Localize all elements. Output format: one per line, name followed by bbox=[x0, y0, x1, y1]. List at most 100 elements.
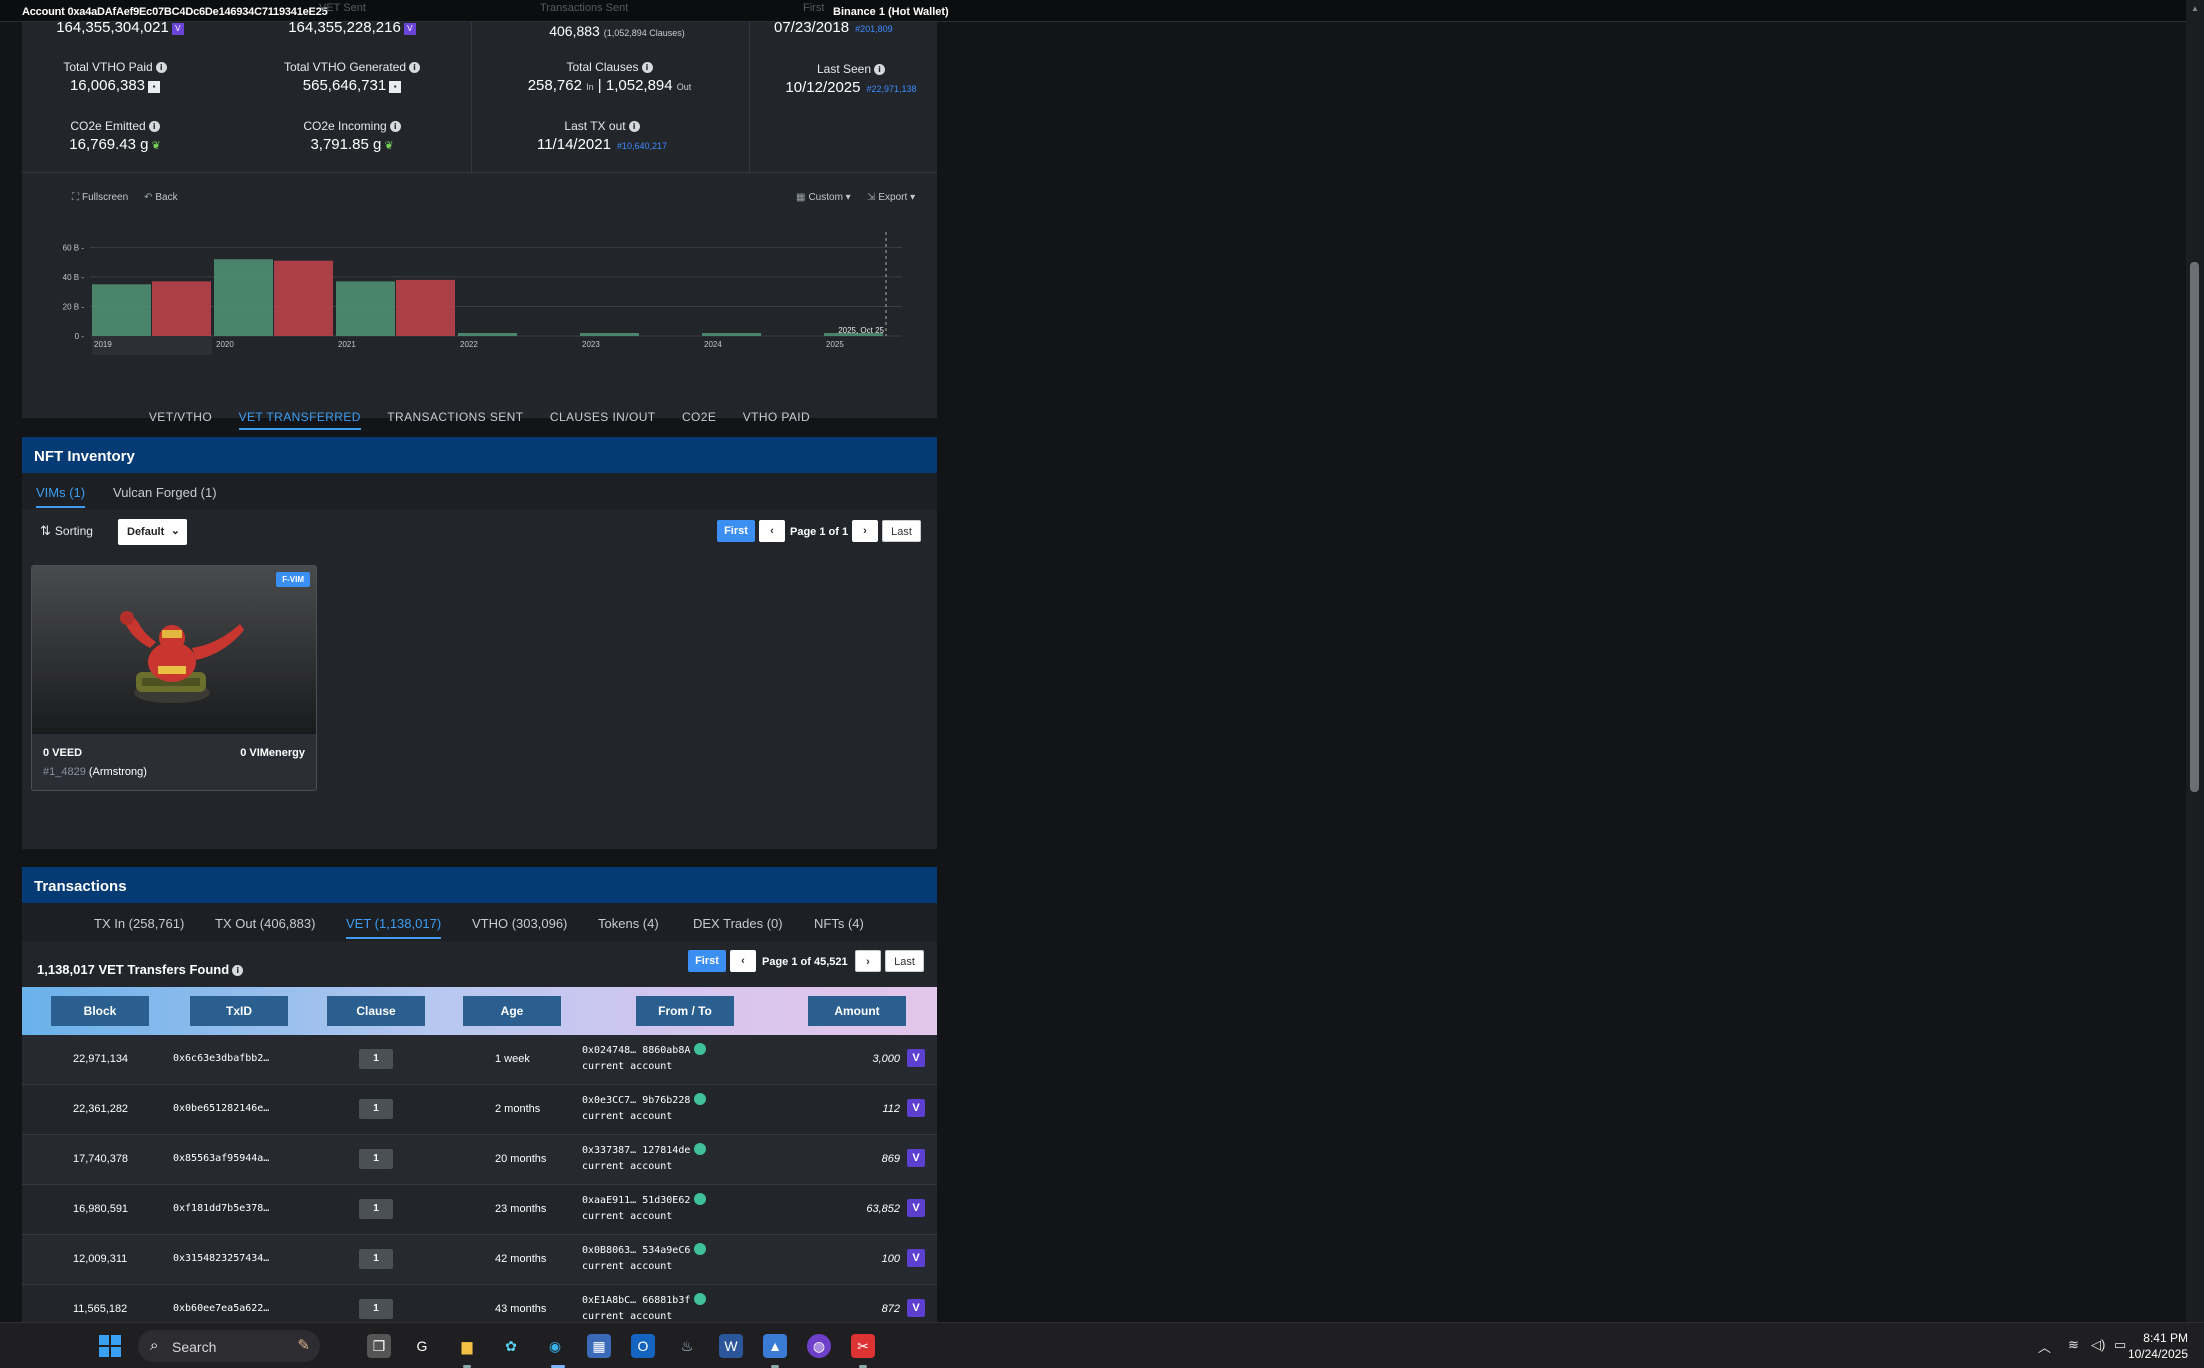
from-address[interactable]: 0x337387… 127814de bbox=[582, 1143, 707, 1156]
nft-card[interactable]: F-VIM 0 VEED 0 VIMenergy #1_4829 (Armstr… bbox=[31, 565, 317, 791]
copilot-app-icon[interactable]: G bbox=[410, 1334, 434, 1358]
last-tx-out-block-link[interactable]: #10,640,217 bbox=[617, 141, 667, 151]
block-link[interactable]: 12,009,311 bbox=[73, 1253, 127, 1265]
block-link[interactable]: 22,971,134 bbox=[73, 1053, 128, 1065]
github-icon[interactable]: ◍ bbox=[807, 1334, 831, 1358]
chevron-up-icon[interactable]: ︿ bbox=[2038, 1337, 2051, 1356]
chart-tab-co2e[interactable]: CO2E bbox=[682, 410, 716, 428]
txid-link[interactable]: 0x85563af95944a… bbox=[173, 1153, 269, 1164]
from-address[interactable]: 0xaaE911… 51d30E62 bbox=[582, 1193, 707, 1206]
back-button[interactable]: ↶ Back bbox=[144, 192, 178, 203]
table-row[interactable]: 12,009,311 0x3154823257434… 1 42 months 0x0B… bbox=[22, 1235, 937, 1285]
tx-last-page-button[interactable]: Last bbox=[885, 950, 924, 972]
scrollbar-thumb[interactable] bbox=[2190, 262, 2199, 792]
stat-co2e-emitted: CO2e Emitted i 16,769.43 g ❦ bbox=[30, 119, 200, 153]
table-row[interactable]: 16,980,591 0xf181dd7b5e378… 1 23 months 0xaa… bbox=[22, 1185, 937, 1235]
column-clause[interactable]: Clause bbox=[327, 996, 425, 1026]
column-block[interactable]: Block bbox=[51, 996, 149, 1026]
block-link[interactable]: 17,740,378 bbox=[73, 1153, 128, 1165]
volume-icon[interactable]: ◁) bbox=[2091, 1337, 2105, 1353]
from-address[interactable]: 0x0B8063… 534a9eC6 bbox=[582, 1243, 707, 1256]
last-seen-block-link[interactable]: #22,971,138 bbox=[867, 84, 917, 94]
txid-link[interactable]: 0x3154823257434… bbox=[173, 1253, 269, 1264]
edge-browser-icon[interactable]: ◉ bbox=[543, 1334, 567, 1358]
fullscreen-button[interactable]: ⛶ Fullscreen bbox=[72, 192, 128, 203]
from-address[interactable]: 0x0e3CC7… 9b76b228 bbox=[582, 1093, 707, 1106]
info-icon[interactable]: i bbox=[641, 62, 653, 73]
from-address[interactable]: 0xE1A8bC… 66881b3f bbox=[582, 1293, 707, 1306]
clause-badge[interactable]: 1 bbox=[359, 1049, 393, 1069]
windows-start-icon[interactable] bbox=[98, 1334, 122, 1358]
page-scrollbar[interactable]: ▲ bbox=[2186, 0, 2204, 1322]
block-link[interactable]: 16,980,591 bbox=[73, 1203, 128, 1215]
table-row[interactable]: 22,361,282 0x0be651282146e… 1 2 months 0x0e3… bbox=[22, 1085, 937, 1135]
tx-prev-page-button[interactable]: ‹ bbox=[730, 950, 756, 972]
custom-range-dropdown[interactable]: ▦ Custom ▾ bbox=[796, 192, 851, 203]
task-view-icon[interactable]: ❐ bbox=[367, 1334, 391, 1358]
chart-tab-vtho-paid[interactable]: VTHO PAID bbox=[743, 410, 810, 428]
tab-nfts[interactable]: NFTs (4) bbox=[814, 916, 864, 931]
block-link[interactable]: 11,565,182 bbox=[73, 1303, 127, 1315]
nft-next-page-button[interactable]: › bbox=[852, 520, 878, 542]
tab-dex-trades[interactable]: DEX Trades (0) bbox=[693, 916, 783, 931]
tab-tokens[interactable]: Tokens (4) bbox=[598, 916, 659, 931]
store-icon[interactable]: ▦ bbox=[587, 1334, 611, 1358]
txid-link[interactable]: 0x0be651282146e… bbox=[173, 1103, 269, 1114]
steam-icon[interactable]: ♨ bbox=[675, 1334, 699, 1358]
column-amount[interactable]: Amount bbox=[808, 996, 906, 1026]
column-txid[interactable]: TxID bbox=[190, 996, 288, 1026]
chart-tab-transactions-sent[interactable]: TRANSACTIONS SENT bbox=[387, 410, 523, 428]
wifi-icon[interactable]: ≋ bbox=[2068, 1337, 2079, 1353]
first-seen-block-link[interactable]: #201,809 bbox=[855, 24, 893, 34]
clause-badge[interactable]: 1 bbox=[359, 1099, 393, 1119]
info-icon[interactable]: i bbox=[874, 64, 886, 75]
tab-vet[interactable]: VET (1,138,017) bbox=[346, 916, 442, 939]
copilot-icon[interactable]: ✿ bbox=[499, 1334, 523, 1358]
chart-tab-clauses[interactable]: CLAUSES IN/OUT bbox=[550, 410, 656, 428]
clause-badge[interactable]: 1 bbox=[359, 1249, 393, 1269]
info-icon[interactable]: i bbox=[409, 62, 421, 73]
tab-tx-in[interactable]: TX In (258,761) bbox=[94, 916, 184, 931]
chart-tab-vet-transferred[interactable]: VET TRANSFERRED bbox=[238, 410, 361, 430]
txid-link[interactable]: 0xf181dd7b5e378… bbox=[173, 1203, 269, 1214]
info-icon[interactable]: i bbox=[628, 121, 640, 132]
from-address[interactable]: 0x024748… 8860ab8A bbox=[582, 1043, 707, 1056]
info-icon[interactable]: i bbox=[232, 965, 244, 976]
chart-bar-2020-1 bbox=[274, 260, 333, 336]
vim-character-icon bbox=[120, 611, 244, 703]
txid-link[interactable]: 0x6c63e3dbafbb2… bbox=[173, 1053, 269, 1064]
taskbar-clock[interactable]: 8:41 PM 10/24/2025 bbox=[2128, 1330, 2188, 1362]
info-icon[interactable]: i bbox=[148, 121, 160, 132]
tab-vtho[interactable]: VTHO (303,096) bbox=[472, 916, 567, 931]
tab-tx-out[interactable]: TX Out (406,883) bbox=[215, 916, 315, 931]
export-dropdown[interactable]: ⇲ Export ▾ bbox=[867, 192, 915, 203]
nft-prev-page-button[interactable]: ‹ bbox=[759, 520, 785, 542]
txid-link[interactable]: 0xb60ee7ea5a622… bbox=[173, 1303, 269, 1314]
outlook-icon[interactable]: O bbox=[631, 1334, 655, 1358]
table-row[interactable]: 22,971,134 0x6c63e3dbafbb2… 1 1 week 0x02474… bbox=[22, 1035, 937, 1085]
file-explorer-icon[interactable]: ▆ bbox=[455, 1334, 479, 1358]
tx-next-page-button[interactable]: › bbox=[855, 950, 881, 972]
info-icon[interactable]: i bbox=[389, 121, 401, 132]
clause-badge[interactable]: 1 bbox=[359, 1299, 393, 1319]
info-icon[interactable]: i bbox=[155, 62, 167, 73]
table-row[interactable]: 17,740,378 0x85563af95944a… 1 20 months 0x33… bbox=[22, 1135, 937, 1185]
column-from-to[interactable]: From / To bbox=[636, 996, 734, 1026]
taskbar-search[interactable]: ⌕ Search ✎ bbox=[138, 1330, 320, 1362]
snipping-tool-icon[interactable]: ✂ bbox=[851, 1334, 875, 1358]
chart-tab-vet-vtho[interactable]: VET/VTHO bbox=[149, 410, 212, 428]
scroll-up-icon[interactable]: ▲ bbox=[2191, 4, 2199, 13]
tab-vulcan-forged[interactable]: Vulcan Forged (1) bbox=[113, 485, 217, 500]
nft-first-page-button[interactable]: First bbox=[717, 520, 755, 542]
column-age[interactable]: Age bbox=[463, 996, 561, 1026]
battery-icon[interactable]: ▭ bbox=[2114, 1337, 2126, 1353]
clause-badge[interactable]: 1 bbox=[359, 1199, 393, 1219]
photos-icon[interactable]: ▲ bbox=[763, 1334, 787, 1358]
word-icon[interactable]: W bbox=[719, 1334, 743, 1358]
tab-vims[interactable]: VIMs (1) bbox=[36, 485, 86, 508]
block-link[interactable]: 22,361,282 bbox=[73, 1103, 128, 1115]
clause-badge[interactable]: 1 bbox=[359, 1149, 393, 1169]
nft-last-page-button[interactable]: Last bbox=[882, 520, 921, 542]
sort-select[interactable]: Default ⌄ bbox=[118, 519, 187, 545]
tx-first-page-button[interactable]: First bbox=[688, 950, 726, 972]
